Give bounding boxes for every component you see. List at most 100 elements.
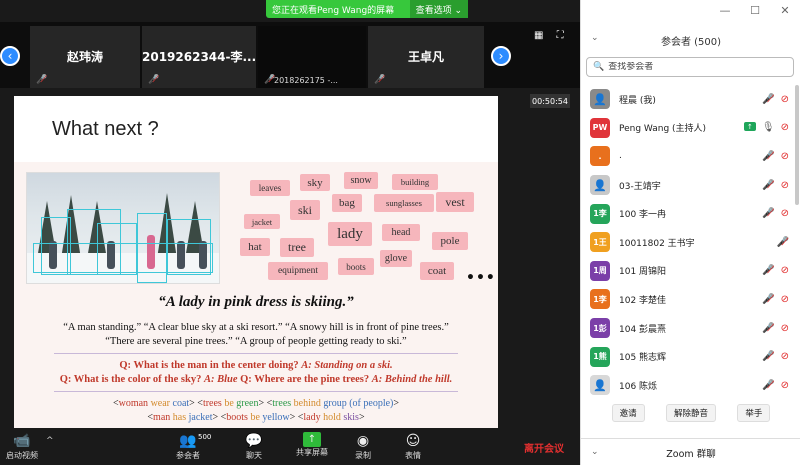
question-text: Q: What is the man in the center doing? xyxy=(119,360,302,371)
word-tag: head xyxy=(382,224,420,241)
invite-button[interactable]: 邀请 xyxy=(611,404,645,422)
avatar-initials: 1李 xyxy=(593,294,607,304)
record-button[interactable]: ◉ 录制 xyxy=(346,432,380,461)
triplet-token: > < xyxy=(289,412,304,423)
participant-row[interactable]: 1李 102 李楚佳 🎤̸ ⊘ xyxy=(581,285,795,314)
slide-title: What next ? xyxy=(52,118,159,140)
chevron-up-icon[interactable]: ^ xyxy=(46,436,54,446)
view-options-button[interactable]: 查看选项 ⌄ xyxy=(409,0,468,18)
participant-row[interactable]: 👤 03-王靖宇 🎤̸ ⊘ xyxy=(581,171,795,200)
screen-share-icon: ↑ xyxy=(743,122,756,132)
maximize-icon[interactable]: ☐ xyxy=(740,4,770,17)
avatar: 👤 xyxy=(590,89,610,110)
video-tile[interactable]: 🎤̸ 2018262175 -... xyxy=(258,26,366,88)
triplet-token: yellow xyxy=(262,412,290,423)
ski-photo xyxy=(26,172,220,284)
scrollbar[interactable] xyxy=(795,85,799,205)
participant-row[interactable]: 1熊 105 熊志辉 🎤̸ ⊘ xyxy=(581,342,795,371)
participant-row[interactable]: 1李 100 李一冉 🎤̸ ⊘ xyxy=(581,199,795,228)
window-controls: — ☐ ✕ xyxy=(710,4,800,17)
mic-off-icon: 🎤̸ xyxy=(762,379,775,391)
close-icon[interactable]: ✕ xyxy=(770,4,800,17)
meeting-timer: 00:50:54 xyxy=(530,94,570,108)
participant-row[interactable]: PW Peng Wang (主持人) ↑ 🎙 ⊘ xyxy=(581,114,795,143)
mic-off-icon: 🎤̸ xyxy=(762,351,775,363)
participant-name: 03-王靖宇 xyxy=(619,181,661,192)
meeting-area: 您正在观看Peng Wang的屏幕 查看选项 ⌄ ‹ › 赵玮涛 🎤̸ 2019… xyxy=(0,0,580,465)
leave-meeting-button[interactable]: 离开会议 xyxy=(524,440,564,455)
raise-hand-button[interactable]: 举手 xyxy=(737,404,771,422)
mic-off-icon: 🎤̸ xyxy=(776,236,789,248)
start-video-button[interactable]: 📹 启动视频 xyxy=(4,432,40,461)
zoom-window: 您正在观看Peng Wang的屏幕 查看选项 ⌄ ‹ › 赵玮涛 🎤̸ 2019… xyxy=(0,0,800,465)
participant-status-icons: 🎤̸ ⊘ xyxy=(762,265,789,276)
search-icon: 🔍 xyxy=(593,62,605,72)
triplet-token: has xyxy=(170,412,189,423)
participant-row[interactable]: 1周 101 周锦阳 🎤̸ ⊘ xyxy=(581,257,795,286)
avatar: 1王 xyxy=(590,232,610,253)
chat-button[interactable]: 💬 聊天 xyxy=(236,432,272,461)
minimize-icon[interactable]: — xyxy=(710,4,740,17)
participant-name: 105 熊志辉 xyxy=(619,353,667,364)
triplet-token: > < xyxy=(189,398,203,409)
participant-status-icons: ↑ 🎙 ⊘ xyxy=(743,122,789,133)
participant-status-icons: 🎤̸ ⊘ xyxy=(762,151,789,162)
video-off-icon: ⊘ xyxy=(780,150,789,162)
participant-status-icons: 🎤̸ ⊘ xyxy=(762,351,789,362)
participant-row[interactable]: .. 🎤̸ ⊘ xyxy=(581,142,795,171)
video-off-icon: ⊘ xyxy=(780,293,789,305)
participant-row[interactable]: 👤 106 陈烁 🎤̸ ⊘ xyxy=(581,371,795,400)
word-tag: equipment xyxy=(268,262,328,280)
triplet-token: hold xyxy=(320,412,344,423)
triplet-line: <man has jacket> <boots be yellow> <lady… xyxy=(14,412,498,423)
search-box[interactable]: 🔍 xyxy=(586,57,794,77)
video-off-icon: ⊘ xyxy=(780,351,789,363)
chat-icon: 💬 xyxy=(245,433,263,449)
prev-page-button[interactable]: ‹ xyxy=(0,46,20,66)
avatar-initials: 1彭 xyxy=(593,323,607,333)
tile-name: 赵玮涛 xyxy=(66,50,103,64)
user-photo-icon: 👤 xyxy=(593,178,607,192)
question-text: Q: What is the color of the sky? xyxy=(59,374,204,385)
slide-body: leaves sky snow building jacket ski bag … xyxy=(14,162,498,428)
share-screen-button[interactable]: ↑ 共享屏幕 xyxy=(290,432,334,458)
reactions-button[interactable]: ☺ 表情 xyxy=(396,432,430,461)
participants-title: 参会者 (500) xyxy=(660,37,722,48)
avatar-initials: 1熊 xyxy=(593,352,607,362)
share-screen-icon: ↑ xyxy=(303,432,321,447)
video-tile[interactable]: 2019262344-李... 🎤̸ xyxy=(142,26,256,88)
word-tag: glove xyxy=(380,250,412,267)
tile-name: 2019262344-李... xyxy=(142,50,256,64)
avatar-initials: PW xyxy=(592,123,608,133)
triplet-token: boots xyxy=(226,412,248,423)
avatar-initials: . xyxy=(598,151,602,161)
participant-row[interactable]: 👤 程晨 (我) 🎤̸ ⊘ xyxy=(581,85,795,114)
participant-list: 👤 程晨 (我) 🎤̸ ⊘ PW Peng Wang (主持人) ↑ 🎙 ⊘.. 🎤̸ ⊘ 👤 03-王… xyxy=(581,85,795,400)
video-off-icon: ⊘ xyxy=(780,179,789,191)
video-tile[interactable]: 王卓凡 🎤̸ xyxy=(368,26,484,88)
mic-off-icon: 🎤̸ xyxy=(762,93,775,105)
participant-row[interactable]: 1王 10011802 王书宇 🎤̸ xyxy=(581,228,795,257)
participant-status-icons: 🎤̸ ⊘ xyxy=(762,180,789,191)
fullscreen-icon[interactable]: ⛶ xyxy=(557,30,564,41)
word-tag: snow xyxy=(344,172,378,189)
participant-row[interactable]: 1彭 104 彭晨熹 🎤̸ ⊘ xyxy=(581,314,795,343)
word-tag: bag xyxy=(332,194,362,212)
triplet-token: group (of people) xyxy=(323,398,394,409)
tile-subname: 2018262175 -... xyxy=(274,76,338,85)
video-tile[interactable]: 赵玮涛 🎤̸ xyxy=(30,26,140,88)
chat-title: Zoom 群聊 xyxy=(666,449,716,460)
avatar: 1李 xyxy=(590,203,610,224)
participant-name: Peng Wang (主持人) xyxy=(619,124,707,135)
unmute-button[interactable]: 解除静音 xyxy=(665,404,716,422)
triplet-token: skis xyxy=(343,412,359,423)
participant-name: 101 周锦阳 xyxy=(619,267,667,278)
question-text: Q: Where are the pine trees? xyxy=(237,374,372,385)
triplet-token: trees xyxy=(202,398,222,409)
search-input[interactable] xyxy=(608,62,789,72)
word-tag: jacket xyxy=(244,214,280,229)
gallery-view-icon[interactable]: ▦ xyxy=(534,30,543,41)
triplet-token: man xyxy=(153,412,171,423)
next-page-button[interactable]: › xyxy=(491,46,511,66)
participants-label: 参会者 xyxy=(176,451,200,460)
